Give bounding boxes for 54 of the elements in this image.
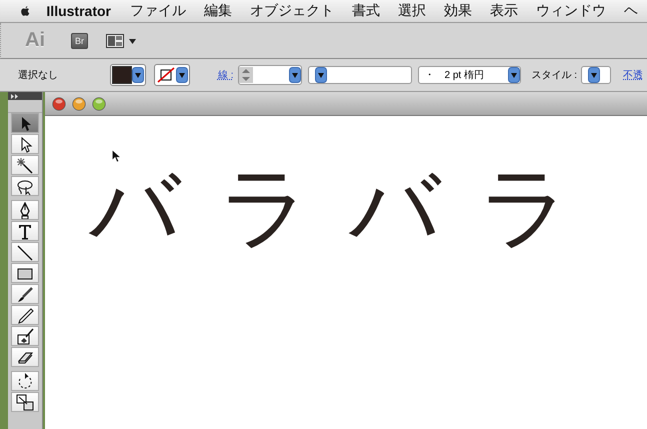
minimize-button[interactable]: [72, 96, 86, 110]
tool-button[interactable]: [11, 371, 39, 391]
menu-item[interactable]: ファイル: [121, 2, 195, 20]
tool-button[interactable]: [11, 392, 39, 412]
stroke-color-dropdown[interactable]: [154, 64, 190, 86]
graphic-style-dropdown[interactable]: [581, 66, 612, 84]
tool-button[interactable]: [11, 200, 39, 220]
app-logo: Ai: [25, 29, 45, 52]
menu-item[interactable]: ヘ: [615, 2, 647, 20]
blob-brush-icon: [16, 328, 34, 344]
menu-item[interactable]: 効果: [435, 2, 481, 20]
tool-button[interactable]: [11, 221, 39, 241]
scale-icon: [16, 394, 34, 410]
rotate-icon: [16, 372, 34, 390]
bridge-button[interactable]: Br: [71, 32, 88, 48]
tool-button[interactable]: [11, 347, 39, 367]
app-menu[interactable]: Illustrator: [38, 3, 121, 19]
style-label: スタイル :: [531, 69, 578, 82]
tool-button[interactable]: [11, 176, 39, 196]
close-button[interactable]: [52, 96, 66, 110]
tool-button[interactable]: [11, 326, 39, 346]
opacity-link[interactable]: 不透: [623, 68, 644, 82]
workspace-layout-icon[interactable]: [106, 34, 138, 48]
tool-button[interactable]: [11, 242, 39, 262]
menu-item[interactable]: 書式: [343, 2, 389, 20]
tool-button[interactable]: [11, 113, 39, 133]
stroke-weight-field[interactable]: [238, 65, 302, 85]
variable-width-dropdown[interactable]: [308, 66, 412, 84]
menu-item[interactable]: 表示: [481, 2, 527, 20]
paintbrush-icon: [16, 286, 34, 302]
tool-button[interactable]: [11, 155, 39, 175]
tool-button[interactable]: [11, 284, 39, 304]
brush-dropdown[interactable]: ・ 2 pt 楕円: [418, 66, 522, 84]
lasso-icon: [16, 178, 34, 194]
menu-item[interactable]: ウィンドウ: [527, 2, 615, 20]
type-tool-icon: [16, 222, 34, 240]
fill-swatch: [112, 66, 132, 84]
tool-button[interactable]: [11, 305, 39, 325]
magic-wand-icon: [16, 156, 34, 174]
menu-item[interactable]: 編集: [195, 2, 241, 20]
stepper-arrows-icon[interactable]: [238, 67, 253, 83]
tool-button[interactable]: [11, 134, 39, 154]
tool-button[interactable]: [11, 263, 39, 283]
menu-item[interactable]: 選択: [389, 2, 435, 20]
selection-status: 選択なし: [18, 69, 59, 82]
menu-item[interactable]: オブジェクト: [241, 2, 343, 20]
stroke-link[interactable]: 線 :: [218, 68, 234, 82]
mouse-pointer-icon: [111, 149, 121, 163]
no-stroke-swatch-icon: [156, 67, 176, 83]
pencil-icon: [16, 306, 34, 324]
line-segment-icon: [16, 244, 34, 260]
canvas-text: バラバラ: [89, 166, 609, 252]
fill-color-dropdown[interactable]: [110, 64, 146, 86]
zoom-button[interactable]: [92, 96, 106, 110]
